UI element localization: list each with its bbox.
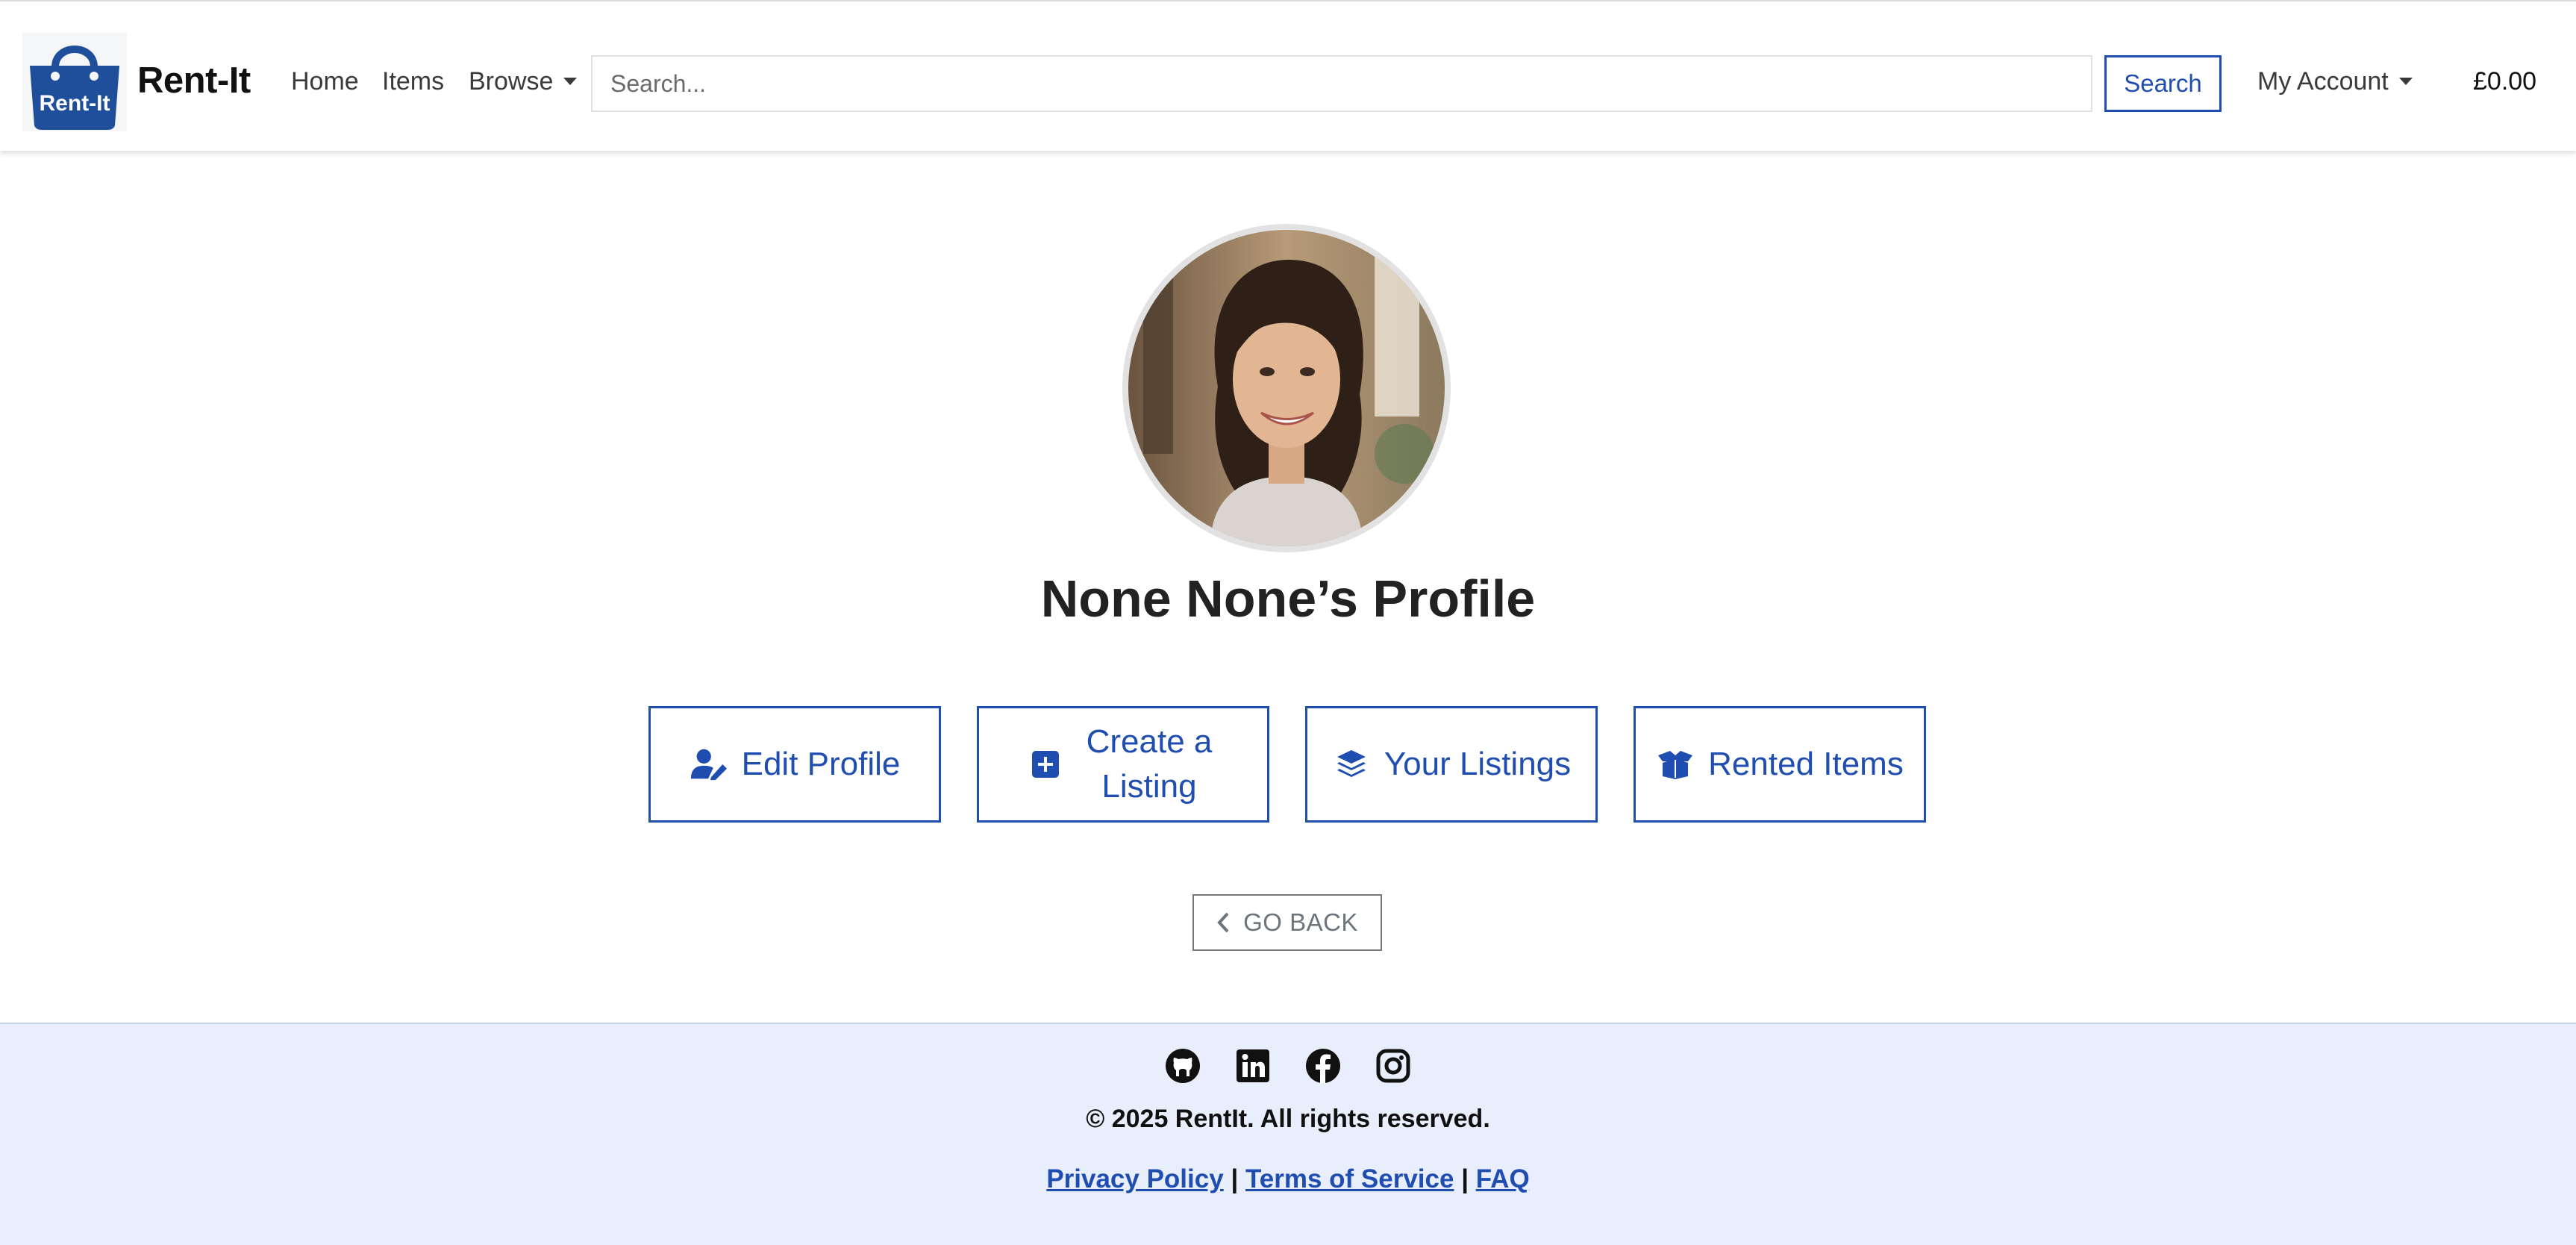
search-button[interactable]: Search: [2104, 55, 2222, 112]
brand-name[interactable]: Rent-It: [137, 60, 251, 102]
social-links: [0, 1048, 2576, 1084]
my-account-label: My Account: [2257, 67, 2389, 96]
terms-of-service-link[interactable]: Terms of Service: [1245, 1164, 1454, 1193]
copyright-text: © 2025 RentIt. All rights reserved.: [1086, 1105, 1490, 1133]
github-icon[interactable]: [1165, 1048, 1201, 1084]
nav-home[interactable]: Home: [291, 67, 359, 96]
rented-items-label: Rented Items: [1708, 746, 1904, 782]
profile-title: None None’s Profile: [1040, 570, 1536, 628]
your-listings-label: Your Listings: [1384, 746, 1572, 782]
chevron-down-icon: [2398, 78, 2413, 85]
link-separator: |: [1461, 1164, 1469, 1193]
nav-items[interactable]: Items: [382, 67, 444, 96]
search-input[interactable]: [591, 55, 2092, 112]
edit-profile-label: Edit Profile: [741, 746, 901, 782]
go-back-label: GO BACK: [1243, 908, 1358, 936]
profile-avatar: [1122, 224, 1451, 552]
plus-square-icon: [1026, 745, 1065, 784]
facebook-icon[interactable]: [1305, 1048, 1341, 1084]
footer: © 2025 RentIt. All rights reserved. Priv…: [0, 1023, 2576, 1245]
logo-text: Rent-It: [40, 91, 110, 116]
chevron-left-icon: [1216, 911, 1230, 934]
profile-photo: [1128, 230, 1445, 546]
user-pen-icon: [690, 745, 728, 784]
cart-total[interactable]: £0.00: [2473, 67, 2536, 96]
nav-browse-dropdown[interactable]: Browse: [469, 67, 578, 96]
faq-link[interactable]: FAQ: [1476, 1164, 1530, 1193]
rented-items-button[interactable]: Rented Items: [1634, 706, 1926, 823]
create-listing-label: Create a Listing: [1086, 723, 1213, 805]
linkedin-icon[interactable]: [1235, 1048, 1271, 1084]
go-back-button[interactable]: GO BACK: [1192, 894, 1382, 951]
edit-profile-button[interactable]: Edit Profile: [648, 706, 941, 823]
privacy-policy-link[interactable]: Privacy Policy: [1046, 1164, 1223, 1193]
box-open-icon: [1656, 745, 1695, 784]
top-navbar: Rent-It Rent-It Home Items Browse Search…: [0, 0, 2576, 151]
create-listing-button[interactable]: Create a Listing: [977, 706, 1269, 823]
my-account-dropdown[interactable]: My Account: [2257, 67, 2413, 96]
layer-group-icon: [1332, 745, 1371, 784]
link-separator: |: [1231, 1164, 1239, 1193]
chevron-down-icon: [563, 78, 578, 85]
instagram-icon[interactable]: [1375, 1048, 1411, 1084]
your-listings-button[interactable]: Your Listings: [1305, 706, 1598, 823]
footer-links: Privacy Policy | Terms of Service | FAQ: [0, 1164, 2576, 1194]
nav-browse-label: Browse: [469, 67, 554, 96]
rent-it-logo[interactable]: Rent-It: [22, 33, 127, 131]
